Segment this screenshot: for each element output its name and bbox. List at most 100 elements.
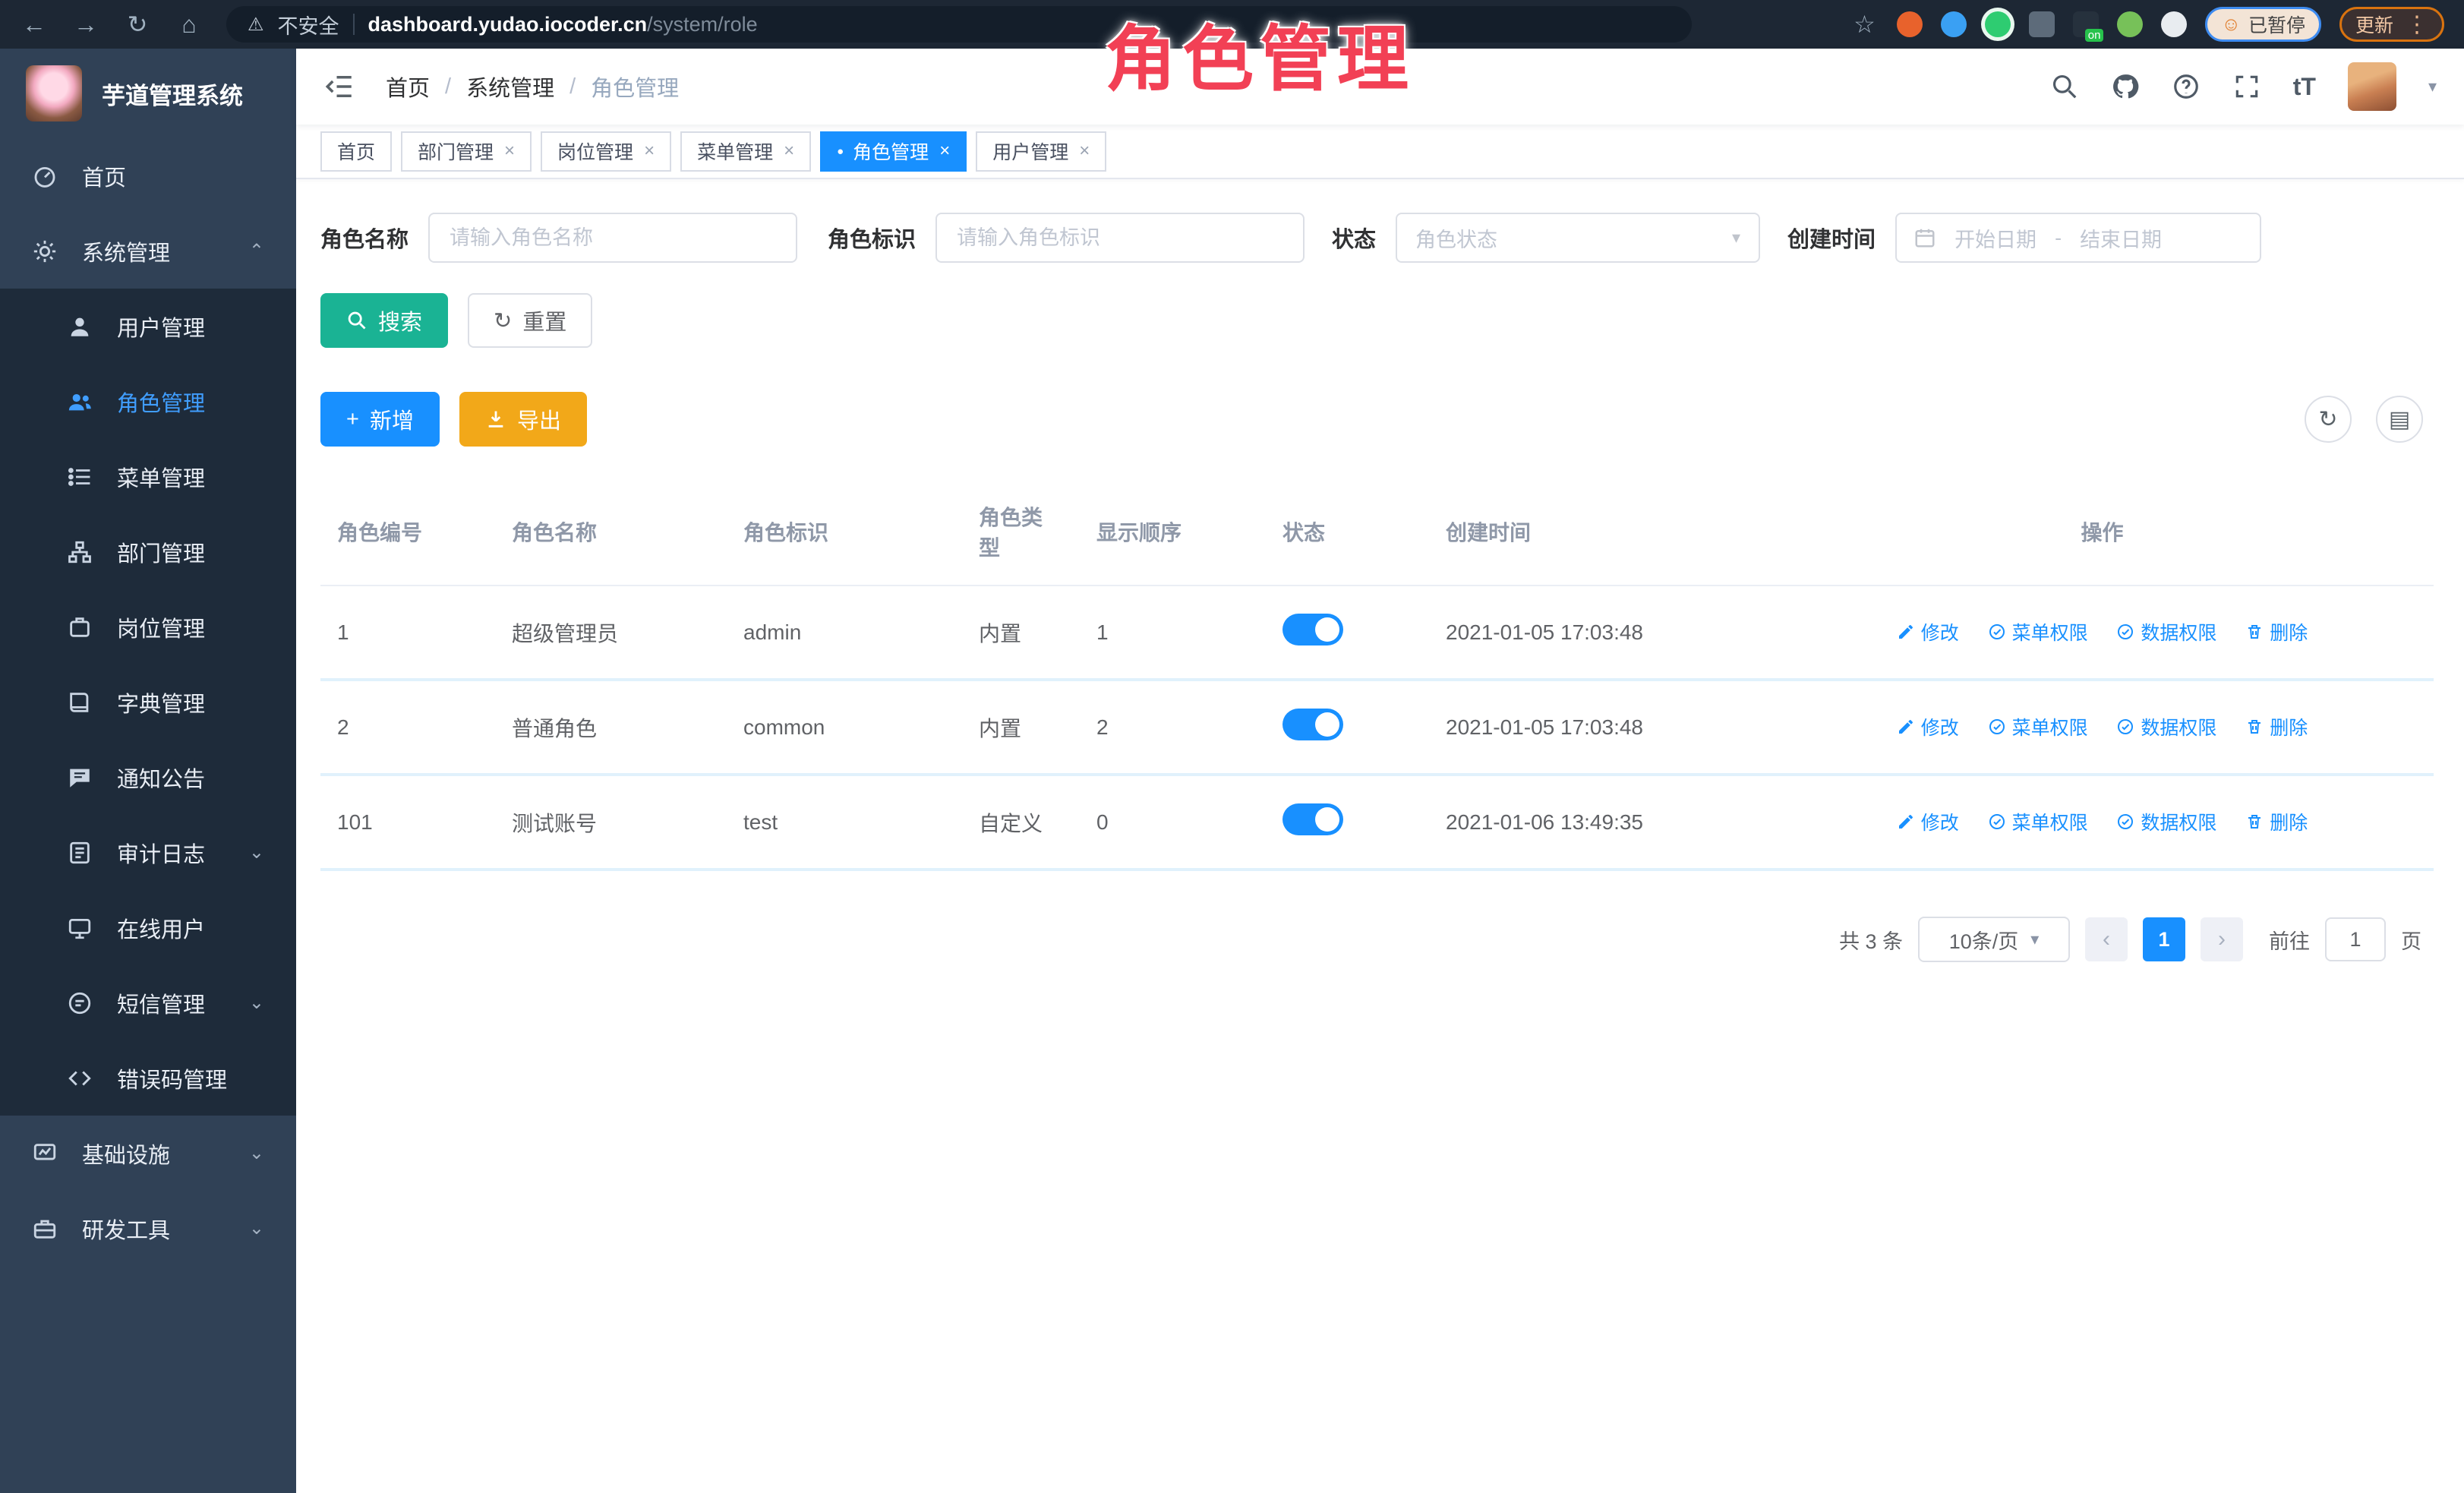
bookmark-star-icon[interactable]: ☆ xyxy=(1850,12,1879,36)
delete-link[interactable]: 删除 xyxy=(2245,618,2308,645)
data-permission-link[interactable]: 数据权限 xyxy=(2116,808,2216,835)
edit-link[interactable]: 修改 xyxy=(1897,808,1959,835)
extension-icon[interactable] xyxy=(2029,11,2055,37)
tab-role-active[interactable]: ●角色管理× xyxy=(820,131,967,172)
extension-icon[interactable]: on xyxy=(2073,11,2099,37)
calendar-icon xyxy=(1913,226,1936,249)
extension-icon[interactable] xyxy=(1985,11,2011,37)
cell-name: 测试账号 xyxy=(495,775,727,870)
sidebar-item-dict[interactable]: 字典管理 xyxy=(0,664,296,740)
export-button[interactable]: 导出 xyxy=(459,392,587,447)
page-size-select[interactable]: 10条/页 ▾ xyxy=(1918,917,2070,962)
refresh-icon: ↻ xyxy=(494,308,512,334)
create-time-label: 创建时间 xyxy=(1787,222,1876,254)
close-icon[interactable]: × xyxy=(644,140,655,162)
sidebar-item-roles[interactable]: 角色管理 xyxy=(0,364,296,439)
sidebar-item-dev-tools[interactable]: 研发工具 ⌄ xyxy=(0,1191,296,1266)
refresh-table-button[interactable]: ↻ xyxy=(2305,396,2352,443)
cell-order: 1 xyxy=(1080,586,1266,680)
current-page-button[interactable]: 1 xyxy=(2143,917,2185,961)
goto-page-input[interactable] xyxy=(2325,917,2386,961)
sidebar-item-audit-log[interactable]: 审计日志 ⌄ xyxy=(0,815,296,890)
menu-permission-link[interactable]: 菜单权限 xyxy=(1988,808,2088,835)
table-header-row: 角色编号 角色名称 角色标识 角色类型 显示顺序 状态 创建时间 操作 xyxy=(320,478,2434,586)
menu-permission-link[interactable]: 菜单权限 xyxy=(1988,618,2088,645)
data-permission-link[interactable]: 数据权限 xyxy=(2116,618,2216,645)
fullscreen-icon[interactable] xyxy=(2232,72,2261,101)
home-icon[interactable]: ⌂ xyxy=(175,12,203,36)
sidebar-item-label: 部门管理 xyxy=(117,536,205,568)
edit-link[interactable]: 修改 xyxy=(1897,713,1959,740)
tab-post[interactable]: 岗位管理× xyxy=(541,131,671,172)
breadcrumb-home[interactable]: 首页 xyxy=(386,71,430,103)
font-size-icon[interactable]: tT xyxy=(2293,73,2316,101)
menu-permission-link[interactable]: 菜单权限 xyxy=(1988,713,2088,740)
status-toggle-on[interactable] xyxy=(1282,803,1343,835)
profile-paused-chip[interactable]: ☺ 已暂停 xyxy=(2205,7,2321,42)
date-range-picker[interactable]: 开始日期 - 结束日期 xyxy=(1895,213,2261,263)
close-icon[interactable]: × xyxy=(939,140,950,162)
avatar-caret-icon[interactable]: ▾ xyxy=(2428,77,2437,96)
sidebar-item-depts[interactable]: 部门管理 xyxy=(0,514,296,589)
tab-menu[interactable]: 菜单管理× xyxy=(680,131,811,172)
sidebar-item-sms[interactable]: 短信管理 ⌄ xyxy=(0,965,296,1040)
reset-button[interactable]: ↻ 重置 xyxy=(468,293,592,348)
browser-menu-icon[interactable]: ⋮ xyxy=(2406,11,2428,38)
github-icon[interactable] xyxy=(2111,72,2140,101)
sidebar-item-error-codes[interactable]: 错误码管理 xyxy=(0,1040,296,1116)
tab-dept[interactable]: 部门管理× xyxy=(401,131,532,172)
status-toggle-on[interactable] xyxy=(1282,614,1343,645)
next-page-button[interactable]: › xyxy=(2201,917,2243,961)
extension-icon[interactable] xyxy=(1897,11,1923,37)
sms-circle-icon xyxy=(67,990,93,1016)
search-button[interactable]: 搜索 xyxy=(320,293,448,348)
update-chip[interactable]: 更新 ⋮ xyxy=(2339,7,2444,42)
tab-label: 首页 xyxy=(337,137,375,165)
sidebar-item-home[interactable]: 首页 xyxy=(0,138,296,213)
search-icon[interactable] xyxy=(2050,72,2079,101)
prev-page-button[interactable]: ‹ xyxy=(2085,917,2128,961)
tab-user[interactable]: 用户管理× xyxy=(976,131,1106,172)
navbar-actions: tT ▾ xyxy=(2050,62,2437,111)
close-icon[interactable]: × xyxy=(504,140,515,162)
extension-icon[interactable] xyxy=(2161,11,2187,37)
sidebar-item-infrastructure[interactable]: 基础设施 ⌄ xyxy=(0,1116,296,1191)
reload-icon[interactable]: ↻ xyxy=(123,12,152,36)
sidebar-fold-icon[interactable] xyxy=(323,71,355,103)
delete-link[interactable]: 删除 xyxy=(2245,713,2308,740)
sidebar-logo[interactable]: 芋道管理系统 xyxy=(0,49,296,138)
edit-link[interactable]: 修改 xyxy=(1897,618,1959,645)
sidebar-item-posts[interactable]: 岗位管理 xyxy=(0,589,296,664)
status-select[interactable]: 角色状态 ▾ xyxy=(1396,213,1760,263)
sidebar-item-label: 基础设施 xyxy=(82,1138,170,1169)
sidebar-item-menus[interactable]: 菜单管理 xyxy=(0,439,296,514)
address-bar[interactable]: ⚠ 不安全 dashboard.yudao.iocoder.cn/system/… xyxy=(226,6,1692,43)
sidebar-item-online-users[interactable]: 在线用户 xyxy=(0,890,296,965)
add-button[interactable]: + 新增 xyxy=(320,392,440,447)
system-submenu: 用户管理 角色管理 菜单管理 部门管理 岗位管理 字典管理 xyxy=(0,289,296,1116)
circle-check-icon xyxy=(2116,623,2134,641)
table-settings: ↻ ▤ xyxy=(2305,396,2434,443)
role-name-input[interactable] xyxy=(428,213,797,263)
tab-home[interactable]: 首页 xyxy=(320,131,392,172)
forward-icon[interactable]: → xyxy=(71,12,100,36)
column-settings-button[interactable]: ▤ xyxy=(2376,396,2423,443)
delete-label: 删除 xyxy=(2270,808,2308,835)
status-toggle-on[interactable] xyxy=(1282,709,1343,740)
back-icon[interactable]: ← xyxy=(20,12,49,36)
role-key-input[interactable] xyxy=(935,213,1305,263)
close-icon[interactable]: × xyxy=(784,140,794,162)
close-icon[interactable]: × xyxy=(1079,140,1090,162)
sidebar-item-notice[interactable]: 通知公告 xyxy=(0,740,296,815)
breadcrumb-system[interactable]: 系统管理 xyxy=(466,71,554,103)
col-status: 状态 xyxy=(1266,478,1429,586)
help-icon[interactable] xyxy=(2172,72,2201,101)
sidebar-item-users[interactable]: 用户管理 xyxy=(0,289,296,364)
extension-icon[interactable] xyxy=(2117,11,2143,37)
data-permission-link[interactable]: 数据权限 xyxy=(2116,713,2216,740)
delete-link[interactable]: 删除 xyxy=(2245,808,2308,835)
sidebar-item-system[interactable]: 系统管理 ⌃ xyxy=(0,213,296,289)
user-avatar[interactable] xyxy=(2348,62,2396,111)
extension-icon[interactable] xyxy=(1941,11,1967,37)
not-secure-label[interactable]: 不安全 xyxy=(278,10,339,39)
